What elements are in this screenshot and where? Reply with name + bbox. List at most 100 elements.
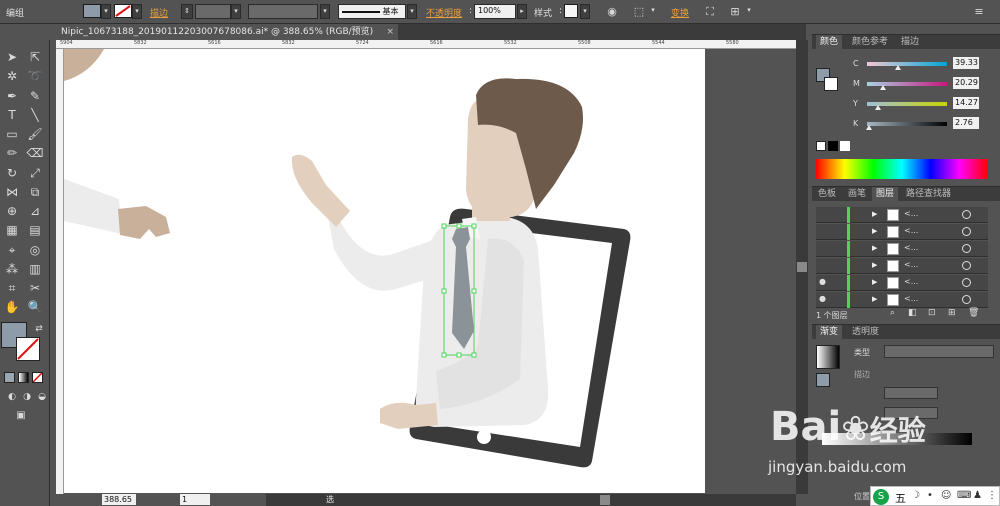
- channel-c-input[interactable]: 39.33: [953, 57, 979, 69]
- panel-stroke-swatch[interactable]: [824, 77, 838, 91]
- tab-brushes[interactable]: 画笔: [844, 187, 870, 201]
- swap-colors-icon[interactable]: ⇄: [30, 320, 48, 338]
- brush-definition[interactable]: 基本: [338, 4, 406, 19]
- stroke-label[interactable]: 描边: [150, 6, 168, 19]
- locate-object-icon[interactable]: ⌕: [890, 308, 895, 318]
- selection-handle-tm[interactable]: [456, 223, 462, 229]
- eye-icon[interactable]: ●: [819, 277, 826, 286]
- gradient-tool-icon[interactable]: ▤: [26, 221, 44, 239]
- color-mode-icon[interactable]: [4, 372, 15, 383]
- shape-builder-tool-icon[interactable]: ⊕: [3, 202, 21, 220]
- transform-label[interactable]: 变换: [671, 6, 689, 19]
- none-color-icon[interactable]: [816, 141, 826, 151]
- target-icon[interactable]: [962, 261, 971, 270]
- artboard-tool-icon[interactable]: ⌗: [3, 279, 21, 297]
- expand-triangle-icon[interactable]: ▶: [872, 278, 877, 286]
- channel-m-slider[interactable]: [867, 82, 947, 90]
- zoom-tool-icon[interactable]: 🔍: [26, 298, 44, 316]
- slider-knob[interactable]: [880, 85, 886, 90]
- blend-tool-icon[interactable]: ◎: [26, 241, 44, 259]
- tab-color-guide[interactable]: 颜色参考: [848, 35, 892, 49]
- layer-row[interactable]: ▶ <...: [816, 241, 988, 257]
- column-graph-tool-icon[interactable]: ▥: [26, 260, 44, 278]
- stroke-weight-dropdown[interactable]: ▾: [231, 4, 241, 19]
- slider-knob[interactable]: [875, 105, 882, 110]
- tab-color[interactable]: 颜色: [816, 35, 843, 49]
- type-tool-icon[interactable]: T: [3, 106, 21, 124]
- mesh-tool-icon[interactable]: ▦: [3, 221, 21, 239]
- gradient-fill-swatch[interactable]: [816, 373, 830, 387]
- layer-row[interactable]: ● ▶ <...: [816, 292, 988, 308]
- opacity-label[interactable]: 不透明度: [426, 6, 462, 19]
- profile-dropdown[interactable]: ▾: [320, 4, 330, 19]
- emoji-icon[interactable]: ☺: [941, 490, 951, 501]
- selection-handle-bl[interactable]: [441, 352, 447, 358]
- layer-row[interactable]: ▶ <...: [816, 258, 988, 274]
- white-color-chip[interactable]: [840, 141, 850, 151]
- none-mode-icon[interactable]: [32, 372, 43, 383]
- perspective-grid-tool-icon[interactable]: ⊿: [26, 202, 44, 220]
- arrange-icon[interactable]: ⊞: [728, 5, 742, 19]
- tab-swatches[interactable]: 色板: [814, 187, 840, 201]
- recolor-artwork-icon[interactable]: ◉: [605, 5, 619, 19]
- channel-y-slider[interactable]: [867, 102, 947, 110]
- zoom-level-input[interactable]: 388.65: [102, 494, 136, 505]
- vertical-ruler[interactable]: [56, 49, 64, 494]
- opacity-arrow[interactable]: ▸: [517, 4, 527, 19]
- layer-row[interactable]: ● ▶ <...: [816, 275, 988, 291]
- selection-handle-br[interactable]: [471, 352, 477, 358]
- panel-menu-icon[interactable]: ≡: [972, 5, 986, 19]
- ime-user-icon[interactable]: ♟: [973, 490, 982, 501]
- tab-pathfinder[interactable]: 路径查找器: [902, 187, 955, 201]
- direct-selection-tool-icon[interactable]: ⇱: [26, 48, 44, 66]
- align-options-icon[interactable]: ⬚: [632, 5, 646, 19]
- target-icon[interactable]: [962, 295, 971, 304]
- style-dropdown[interactable]: ▾: [580, 4, 590, 19]
- tab-gradient[interactable]: 渐变: [816, 325, 843, 339]
- gradient-type-select[interactable]: [884, 345, 994, 358]
- ime-mode[interactable]: 五: [895, 490, 906, 506]
- horizontal-ruler[interactable]: 5904 5832 5616 5832 5724 5616 5532 5508 5544 5580: [56, 40, 796, 49]
- selection-handle-mr[interactable]: [471, 288, 477, 294]
- slice-tool-icon[interactable]: ✂: [26, 279, 44, 297]
- black-color-chip[interactable]: [828, 141, 838, 151]
- selection-tool-icon[interactable]: ➤: [3, 48, 21, 66]
- ime-toolbar[interactable]: S 五 ☽ • ☺ ⌨ ♟ ⋮: [870, 486, 1000, 506]
- artboard-canvas[interactable]: [64, 49, 795, 493]
- color-spectrum[interactable]: [816, 159, 988, 179]
- delete-layer-icon[interactable]: 🗑: [968, 308, 979, 318]
- slider-knob[interactable]: [895, 65, 902, 70]
- pencil-tool-icon[interactable]: ✏: [3, 144, 21, 162]
- expand-triangle-icon[interactable]: ▶: [872, 244, 877, 252]
- selection-handle-tr[interactable]: [471, 223, 477, 229]
- selection-handle-tl[interactable]: [441, 223, 447, 229]
- keyboard-icon[interactable]: ⌨: [957, 490, 971, 501]
- slider-knob[interactable]: [866, 125, 873, 130]
- expand-triangle-icon[interactable]: ▶: [872, 261, 877, 269]
- hand-tool-icon[interactable]: ✋: [3, 298, 21, 316]
- target-icon[interactable]: [962, 227, 971, 236]
- close-tab-icon[interactable]: ×: [386, 24, 394, 40]
- tab-stroke[interactable]: 描边: [897, 35, 923, 49]
- scale-tool-icon[interactable]: ⤢: [26, 164, 44, 182]
- rectangle-tool-icon[interactable]: ▭: [3, 125, 21, 143]
- line-tool-icon[interactable]: ╲: [26, 106, 44, 124]
- expand-triangle-icon[interactable]: ▶: [872, 295, 877, 303]
- screen-mode-icon[interactable]: ▣: [12, 407, 30, 425]
- gradient-mode-icon[interactable]: [18, 372, 29, 383]
- lasso-tool-icon[interactable]: ➰: [26, 67, 44, 85]
- stroke-dropdown-arrow[interactable]: ▾: [132, 4, 142, 19]
- clipping-mask-icon[interactable]: ◧: [908, 308, 917, 318]
- target-icon[interactable]: [962, 210, 971, 219]
- half-width-icon[interactable]: ☽: [911, 490, 920, 501]
- stroke-color-swatch[interactable]: [16, 337, 40, 361]
- channel-k-input[interactable]: 2.76: [953, 117, 979, 129]
- align-dropdown[interactable]: ▾: [648, 4, 658, 19]
- curvature-tool-icon[interactable]: ✎: [26, 87, 44, 105]
- eye-icon[interactable]: ●: [819, 294, 826, 303]
- gradient-thumbnail[interactable]: [816, 345, 840, 369]
- free-transform-tool-icon[interactable]: ⧉: [26, 183, 44, 201]
- symbol-sprayer-tool-icon[interactable]: ⁂: [3, 260, 21, 278]
- eraser-tool-icon[interactable]: ⌫: [26, 144, 44, 162]
- new-sublayer-icon[interactable]: ⊡: [928, 308, 936, 318]
